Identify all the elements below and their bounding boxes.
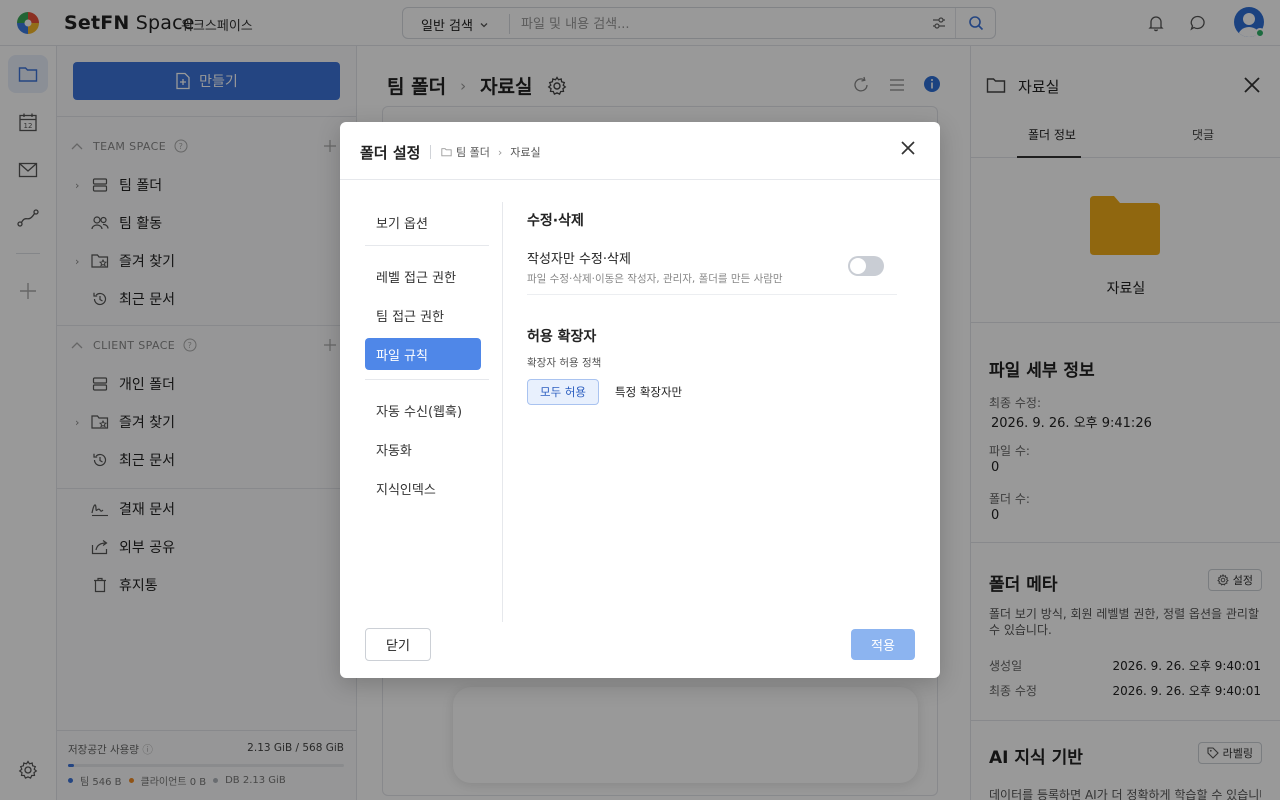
close-icon[interactable] (898, 138, 918, 158)
close-button[interactable]: 닫기 (365, 628, 431, 661)
author-only-toggle[interactable] (848, 256, 884, 276)
settings-nav-knowledge-index[interactable]: 지식인덱스 (365, 472, 481, 504)
dialog-breadcrumb-current: 자료실 (510, 146, 541, 159)
breadcrumb-separator: › (497, 145, 503, 159)
section-divider (527, 294, 897, 295)
dialog-title: 폴더 설정 (360, 144, 421, 162)
settings-nav-file-rules[interactable]: 파일 규칙 (365, 338, 481, 370)
dialog-header: 폴더 설정 팀 폴더 › 자료실 (340, 122, 940, 180)
settings-nav-separator (502, 202, 503, 622)
apply-button[interactable]: 적용 (851, 629, 915, 660)
nav-divider (365, 245, 489, 246)
folder-icon (441, 148, 452, 157)
policy-specific-option[interactable]: 특정 확장자만 (603, 379, 694, 405)
nav-divider (365, 379, 489, 380)
extension-policy-label: 확장자 허용 정책 (527, 357, 602, 369)
dialog-breadcrumb-parent: 팀 폴더 (456, 146, 490, 159)
folder-settings-dialog: 폴더 설정 팀 폴더 › 자료실 보기 옵션 레벨 접근 권한 팀 접근 권한 … (340, 122, 940, 678)
edit-delete-section-title: 수정·삭제 (527, 213, 584, 229)
settings-nav-webhook[interactable]: 자동 수신(웹훅) (365, 394, 481, 426)
author-only-description: 파일 수정·삭제·이동은 작성자, 관리자, 폴더를 만든 사람만 (527, 273, 783, 285)
policy-allow-all-option[interactable]: 모두 허용 (527, 379, 599, 405)
breadcrumb-divider (430, 145, 431, 159)
author-only-label: 작성자만 수정·삭제 (527, 252, 631, 267)
settings-nav-level-access[interactable]: 레벨 접근 권한 (365, 260, 481, 292)
settings-nav-team-access[interactable]: 팀 접근 권한 (365, 299, 481, 331)
toggle-knob (850, 258, 866, 274)
settings-nav-view-options[interactable]: 보기 옵션 (365, 206, 481, 238)
allowed-extensions-title: 허용 확장자 (527, 329, 597, 345)
settings-nav-automation[interactable]: 자동화 (365, 433, 481, 465)
dialog-breadcrumb: 팀 폴더 › 자료실 (430, 144, 541, 160)
